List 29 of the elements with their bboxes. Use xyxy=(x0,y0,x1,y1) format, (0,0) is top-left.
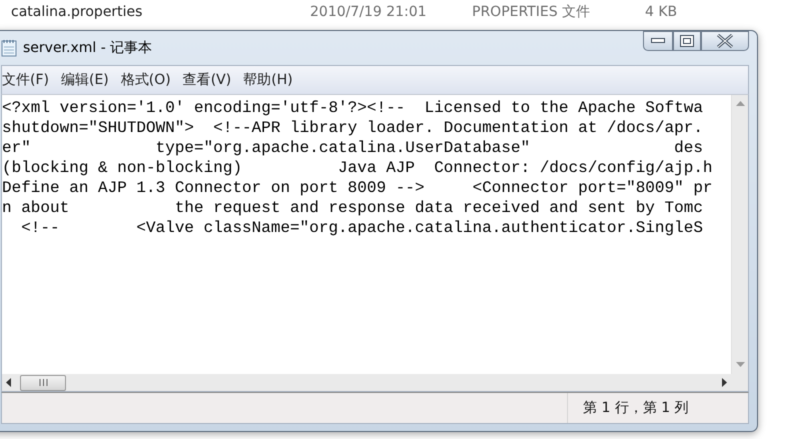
menu-item[interactable]: 格式(O) xyxy=(114,71,177,89)
text-line: n about the request and response data received and sent by Tomc xyxy=(2,198,703,218)
file-name: catalina.properties xyxy=(11,4,144,20)
text-line: (blocking & non-blocking) Java AJP Connector: /docs/config/ajp.h xyxy=(2,158,713,178)
minimize-icon xyxy=(651,38,665,44)
text-line: Define an AJP 1.3 Connector on port 8009 --> <Connector port="8009" pr xyxy=(2,178,713,198)
scroll-left-icon[interactable] xyxy=(6,378,12,387)
maximize-button[interactable] xyxy=(673,31,701,51)
window-title: server.xml - 记事本 xyxy=(23,39,154,57)
menu-item[interactable]: 帮助(H) xyxy=(237,71,299,89)
text-line: <!-- <Valve className="org.apache.catalina.authenticator.SingleS xyxy=(20,218,703,238)
close-button[interactable] xyxy=(701,31,749,51)
file-date: 2010/7/19 21:01 xyxy=(310,4,428,20)
scrollbar-thumb[interactable] xyxy=(20,374,66,390)
minimize-button[interactable] xyxy=(643,31,673,51)
cursor-position: 第 1 行，第 1 列 xyxy=(567,393,748,423)
menu-item[interactable]: 文件(F) xyxy=(2,71,55,89)
text-line: <?xml version='1.0' encoding='utf-8'?><!-- Licensed to the Apache Softwa xyxy=(2,98,703,118)
notepad-icon xyxy=(1,39,17,57)
menu-item[interactable]: 查看(V) xyxy=(176,71,238,89)
close-icon xyxy=(716,34,734,48)
text-line: er" type="org.apache.catalina.UserDatabase" des xyxy=(2,138,703,158)
file-type: PROPERTIES 文件 xyxy=(472,3,592,21)
menu-item[interactable]: 编辑(E) xyxy=(54,71,115,89)
text-line: shutdown="SHUTDOWN"> <!--APR library loader. Documentation at /docs/apr. xyxy=(2,118,703,138)
grip-icon xyxy=(38,379,48,386)
maximize-icon xyxy=(680,35,694,47)
file-size: 4 KB xyxy=(645,4,678,20)
scroll-right-icon[interactable] xyxy=(721,378,727,387)
